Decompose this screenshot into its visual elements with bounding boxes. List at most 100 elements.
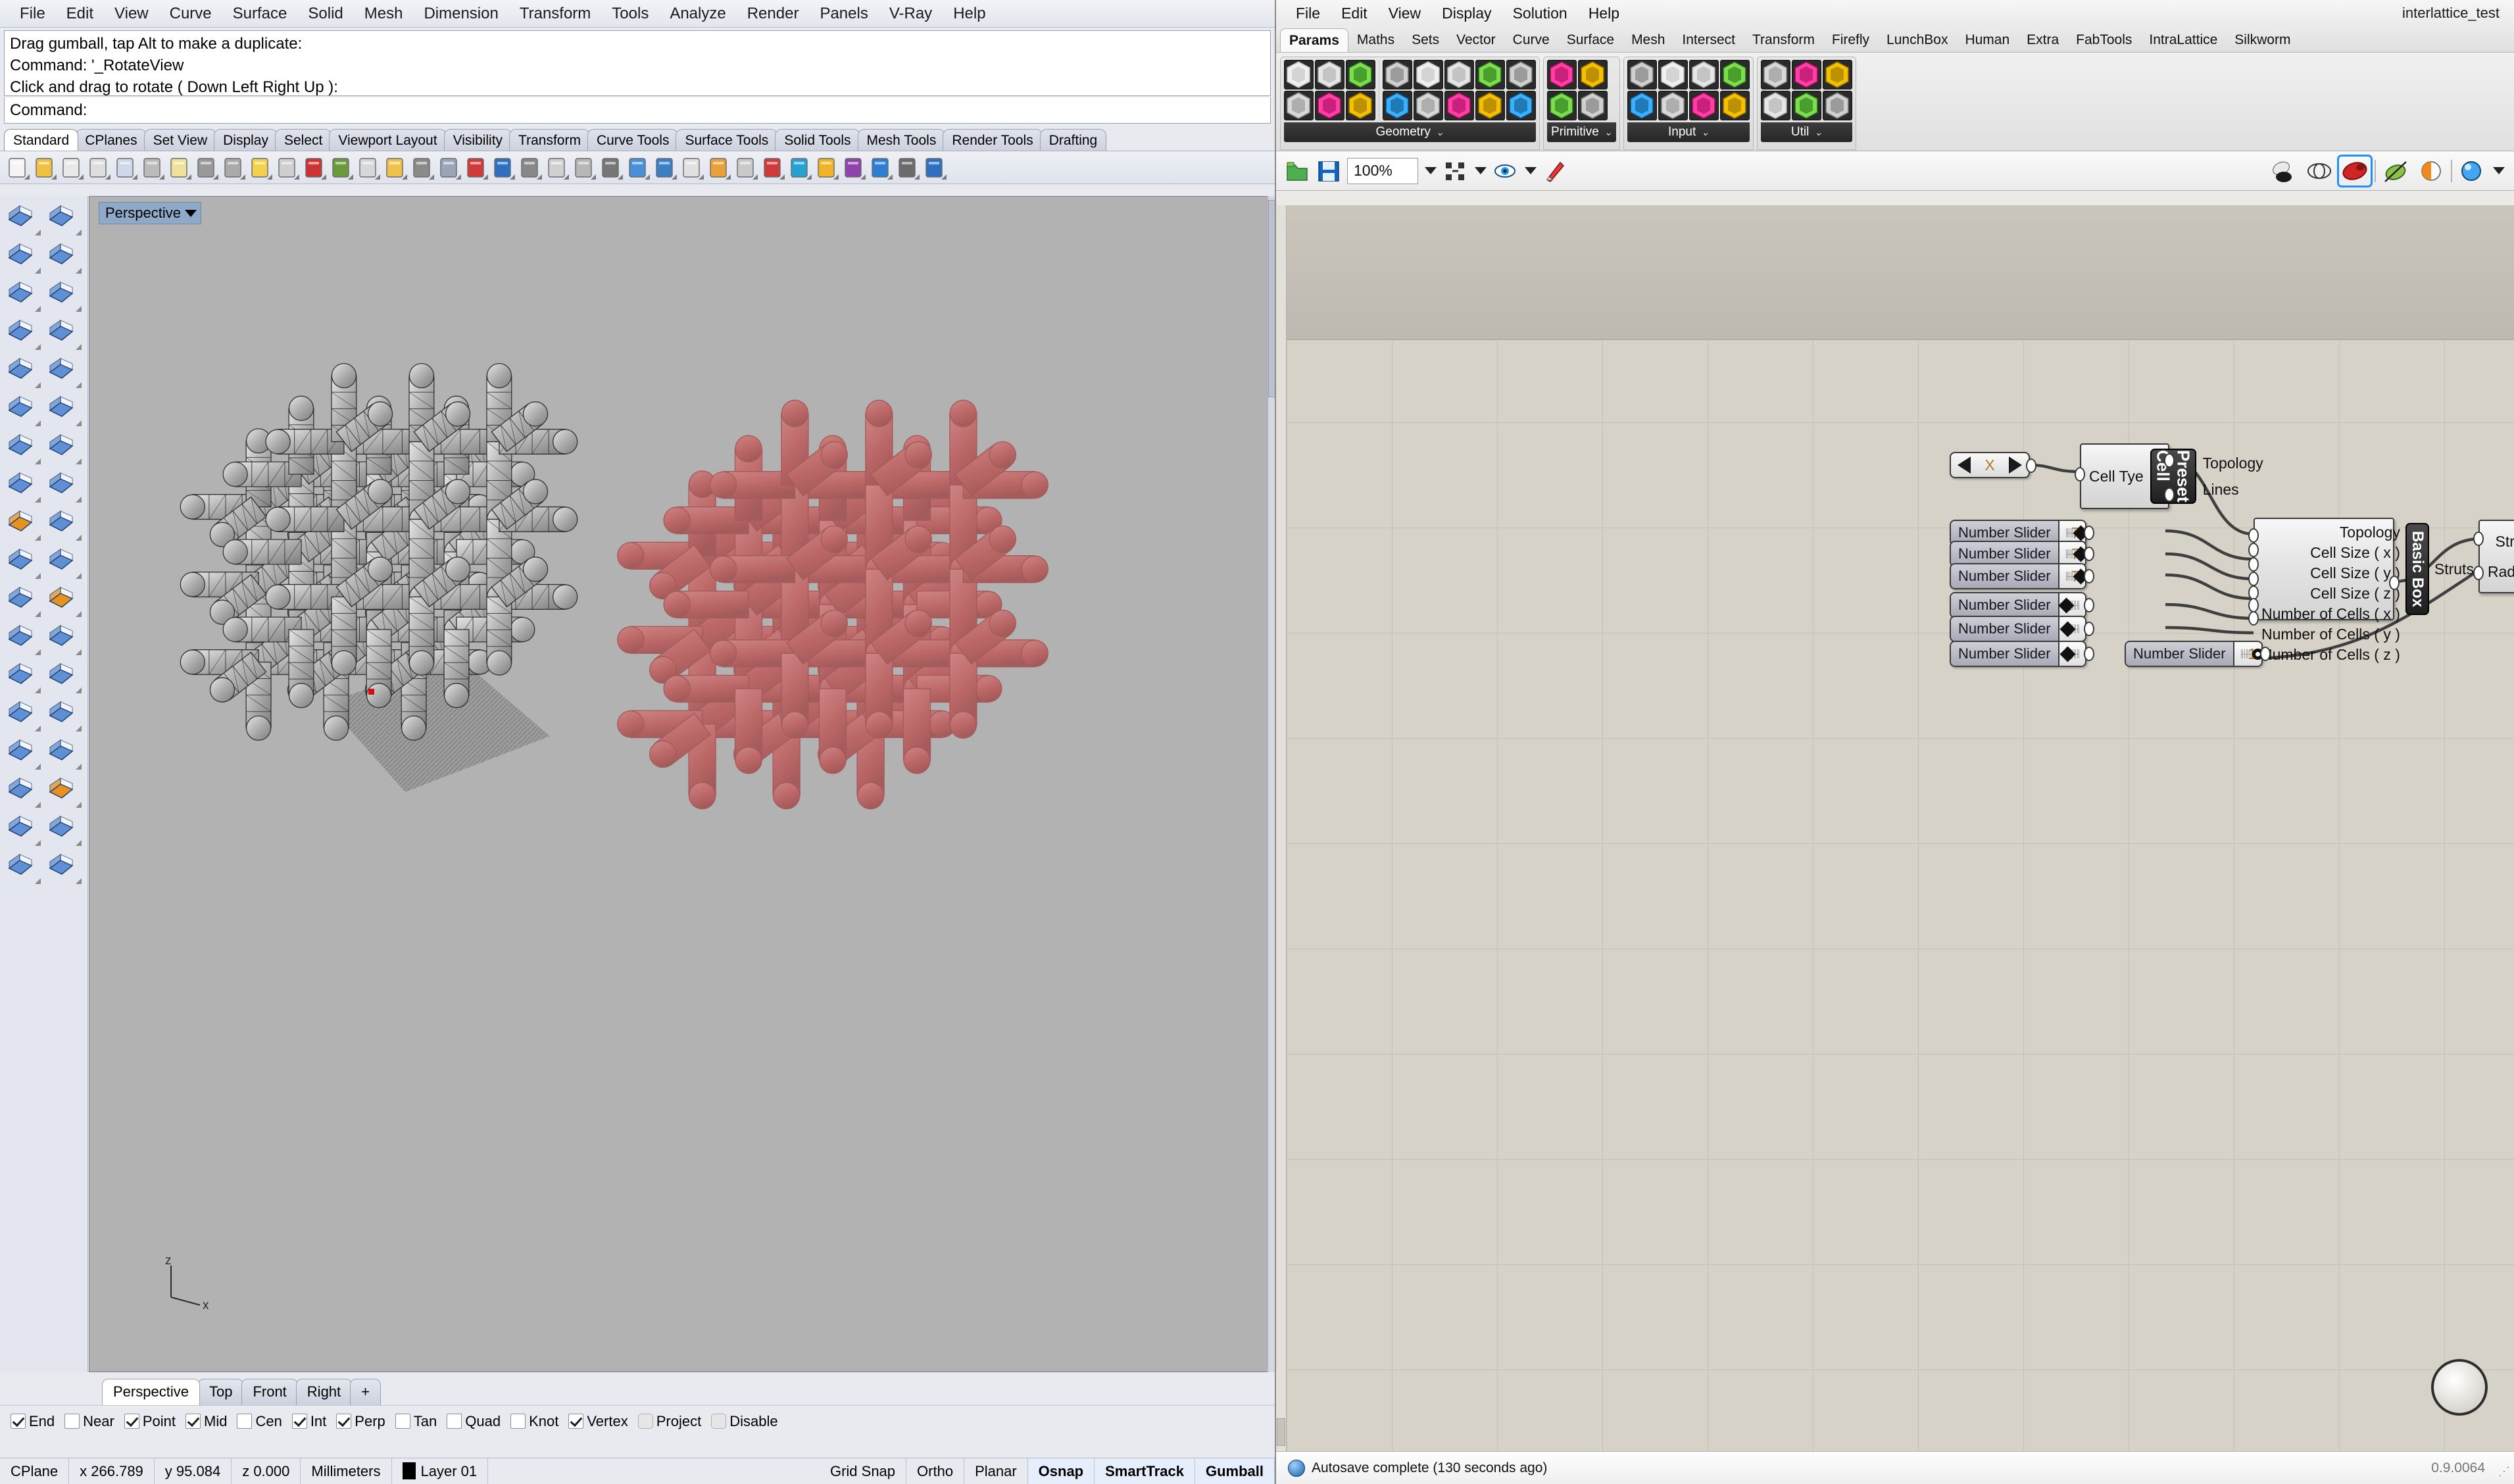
slider-name-2[interactable]: Number Slider <box>1951 564 2059 588</box>
chain-link-icon[interactable] <box>43 658 83 695</box>
component-icon-input-3[interactable] <box>1658 91 1688 120</box>
ellipse-shape-icon[interactable] <box>3 353 42 389</box>
component-icon-geometry-3[interactable] <box>1315 91 1344 120</box>
surface-from-points-icon[interactable] <box>3 391 42 428</box>
status-planar[interactable]: Planar <box>964 1458 1028 1484</box>
ribbon-group-label-input[interactable]: Input ⌄ <box>1627 122 1750 142</box>
extrude-icon[interactable] <box>572 155 597 180</box>
view-tab-top[interactable]: Top <box>197 1379 244 1405</box>
eye-preview-icon[interactable] <box>1492 157 1518 185</box>
rhino-toolbar-tab-display[interactable]: Display <box>214 129 278 151</box>
grasshopper-canvas[interactable]: X Cell Tye Preset Cell Topology Lines To… <box>1276 205 2514 1451</box>
gh-tab-extra[interactable]: Extra <box>2018 28 2067 52</box>
osnap-perp[interactable]: Perp <box>336 1413 385 1430</box>
ribbon-group-label-util[interactable]: Util ⌄ <box>1761 122 1853 142</box>
osnap-point[interactable]: Point <box>124 1413 176 1430</box>
ellipse-control-points-icon[interactable] <box>43 238 83 275</box>
bake-icon[interactable] <box>1542 157 1568 185</box>
basic-box-in-port-6[interactable] <box>2248 611 2259 626</box>
surface-from-curves-icon[interactable] <box>545 155 570 180</box>
menu-help[interactable]: Help <box>943 2 996 26</box>
polyline-icon[interactable] <box>356 155 381 180</box>
redo-icon[interactable] <box>221 155 246 180</box>
curve-offset-icon[interactable] <box>43 620 83 656</box>
output-topology[interactable]: Topology <box>2203 453 2263 474</box>
osnap-int[interactable]: Int <box>291 1413 326 1430</box>
slider-track-2[interactable]: 75 <box>2059 564 2085 588</box>
zoom-level-display[interactable]: 100% <box>1347 157 1418 184</box>
gh-tab-mesh[interactable]: Mesh <box>1623 28 1673 52</box>
ribbon-group-label-primitive[interactable]: Primitive ⌄ <box>1547 122 1617 142</box>
slider-track-4[interactable]: 2 <box>2059 617 2085 641</box>
material-icon[interactable] <box>787 155 812 180</box>
component-icon-input-1[interactable] <box>1627 91 1658 120</box>
rhino-toolbar-tab-set-view[interactable]: Set View <box>143 129 217 151</box>
gh-tab-silkworm[interactable]: Silkworm <box>2226 28 2299 52</box>
view-tab-front[interactable]: Front <box>241 1379 298 1405</box>
gh-tab-params[interactable]: Params <box>1280 28 1348 52</box>
gh-tab-firefly[interactable]: Firefly <box>1823 28 1878 52</box>
number-slider-6[interactable]: Number Slider12.7 <box>2125 641 2263 667</box>
array-polar-red-icon[interactable] <box>43 772 83 809</box>
rhino-toolbar-tab-viewport-layout[interactable]: Viewport Layout <box>329 129 447 151</box>
trim-icon[interactable] <box>43 543 83 580</box>
rhino-toolbar-tab-visibility[interactable]: Visibility <box>443 129 512 151</box>
boolean-difference-icon[interactable] <box>706 155 731 180</box>
planar-surface-icon[interactable] <box>43 467 83 504</box>
component-icon-primitive-1[interactable] <box>1547 91 1577 120</box>
undo-icon[interactable] <box>194 155 219 180</box>
chevron-down-icon[interactable] <box>184 209 197 217</box>
loft-icon[interactable] <box>653 155 678 180</box>
menu-transform[interactable]: Transform <box>509 2 601 26</box>
wireframe-shaded-icon[interactable] <box>2268 157 2300 186</box>
basic-box-in-port-0[interactable] <box>2248 528 2259 543</box>
component-icon-geometry-8[interactable] <box>1414 60 1443 89</box>
zoom-dropdown-caret-icon[interactable] <box>1425 167 1437 174</box>
checkbox-knot[interactable] <box>510 1414 526 1429</box>
status-osnap[interactable]: Osnap <box>1027 1458 1095 1484</box>
component-icon-geometry-4[interactable] <box>1346 60 1375 89</box>
add-viewport-tab-button[interactable]: + <box>350 1379 382 1405</box>
gh-tab-intralattice[interactable]: IntraLattice <box>2140 28 2226 52</box>
preset-cell-out-port-lines[interactable] <box>2164 487 2175 502</box>
node-homogen[interactable]: Struts Radius Homogen Mesh <box>2473 520 2514 593</box>
input-num-cells-z[interactable]: Number of Cells ( z ) <box>2261 645 2400 665</box>
number-slider-4[interactable]: Number Slider2 <box>1950 616 2086 642</box>
component-icon-geometry-1[interactable] <box>1284 91 1314 120</box>
slider-output-port-0[interactable] <box>2084 526 2094 540</box>
array-grid-icon[interactable] <box>3 772 42 809</box>
circle-icon[interactable] <box>437 155 462 180</box>
component-icon-input-2[interactable] <box>1658 60 1688 89</box>
paste-icon[interactable] <box>167 155 192 180</box>
gh-menu-file[interactable]: File <box>1285 3 1331 24</box>
menu-mesh[interactable]: Mesh <box>354 2 414 26</box>
slider-name-6[interactable]: Number Slider <box>2126 642 2234 666</box>
folder-open-icon[interactable] <box>1284 157 1310 185</box>
preview-sphere-icon[interactable] <box>2456 157 2488 186</box>
input-cell-size-y[interactable]: Cell Size ( y ) <box>2310 563 2400 583</box>
boolean-two-objects-icon[interactable] <box>3 581 42 618</box>
component-icon-geometry-6[interactable] <box>1383 60 1412 89</box>
rhino-toolbar-tab-solid-tools[interactable]: Solid Tools <box>775 129 860 151</box>
checkbox-quad[interactable] <box>447 1414 462 1429</box>
component-icon-input-4[interactable] <box>1689 60 1719 89</box>
split-icon[interactable] <box>3 543 42 580</box>
curve-fillet-icon[interactable] <box>3 620 42 656</box>
rectangle-icon[interactable] <box>491 155 516 180</box>
point-icon[interactable] <box>302 155 327 180</box>
menu-vray[interactable]: V-Ray <box>879 2 943 26</box>
view-tab-right[interactable]: Right <box>295 1379 353 1405</box>
checkbox-vertex[interactable] <box>568 1414 584 1429</box>
rhino-toolbar-tab-curve-tools[interactable]: Curve Tools <box>587 129 679 151</box>
rhino-toolbar-tab-cplanes[interactable]: CPlanes <box>76 129 147 151</box>
checkbox-int[interactable] <box>291 1414 307 1429</box>
display-dropdown-caret-icon[interactable] <box>2493 167 2505 174</box>
slider-output-port-5[interactable] <box>2084 647 2094 661</box>
group-expand-arrow-icon[interactable]: ⌄ <box>1436 126 1444 138</box>
menu-file[interactable]: File <box>9 2 56 26</box>
osnap-end[interactable]: End <box>11 1413 55 1430</box>
value-list-output-port[interactable] <box>2026 458 2036 473</box>
component-icon-geometry-0[interactable] <box>1284 60 1314 89</box>
check-object-icon[interactable] <box>43 810 83 847</box>
node-preset-cell[interactable]: Cell Tye Preset Cell Topology Lines <box>2075 443 2263 509</box>
